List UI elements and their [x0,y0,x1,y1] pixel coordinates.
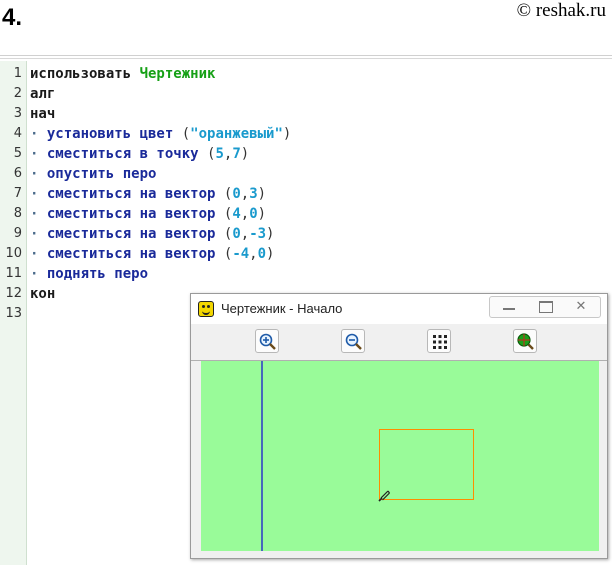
line-number: 9 [13,226,22,241]
code-text: · поднять перо [30,264,148,284]
code-text: алг [30,84,55,104]
line-number: 6 [13,166,22,181]
app-smiley-icon [198,301,214,317]
code-token: · [30,226,47,242]
code-token: ) [240,146,250,162]
line-number: 3 [13,106,22,121]
drawn-rectangle [379,429,474,500]
code-token: · [30,246,47,262]
code-token: 0 [249,206,258,222]
code-token: кон [30,286,56,302]
code-text: нач [30,104,55,124]
code-token: использовать [30,66,140,82]
code-text: кон [30,284,55,304]
code-token: ( [181,126,191,142]
code-text: · установить цвет ("оранжевый") [30,124,291,144]
copyright-notice: © reshak.ru [516,0,606,21]
code-token: , [249,246,258,262]
grid-button[interactable] [427,329,451,353]
code-token: 4 [232,206,241,222]
code-token: · [30,206,47,222]
code-token: сместиться на вектор [46,186,224,202]
code-token: сместиться на вектор [46,226,224,242]
code-token: 5 [215,146,224,162]
window-titlebar[interactable]: Чертежник - Начало ✕ [191,294,607,324]
code-token: опустить перо [46,166,157,182]
code-token: · [30,186,47,202]
zoom-in-button[interactable] [255,329,279,353]
code-token: · [30,266,47,282]
maximize-icon [539,301,553,313]
code-token: Чертежник [139,66,216,82]
code-token: · [30,126,47,142]
code-token: сместиться на вектор [46,206,224,222]
task-number: 4. [2,4,23,31]
code-token: поднять перо [46,266,149,282]
maximize-button[interactable] [528,297,562,317]
code-token: алг [30,86,56,102]
line-number: 12 [5,286,22,301]
code-token: , [240,226,250,242]
code-token: -4 [232,246,250,262]
code-token: 3 [249,186,258,202]
minimize-icon [503,308,515,310]
close-icon: ✕ [575,299,587,314]
code-text: · сместиться на вектор (-4,0) [30,244,274,264]
fit-view-icon [517,333,534,350]
code-token: ) [266,226,275,242]
line-number: 4 [13,126,22,141]
fit-view-button[interactable] [513,329,537,353]
code-token: ) [266,246,275,262]
code-token: нач [30,106,56,122]
drawing-surface [261,361,474,551]
code-token: сместиться на вектор [46,246,224,262]
code-token: сместиться в точку [46,146,208,162]
line-number: 5 [13,146,22,161]
code-text: · сместиться на вектор (4,0) [30,204,266,224]
code-token: ) [257,206,267,222]
window-controls: ✕ [489,296,601,318]
code-text: использовать Чертежник [30,64,215,84]
code-token: 0 [257,246,267,262]
code-text: · сместиться на вектор (0,3) [30,184,266,204]
code-token: установить цвет [46,126,182,142]
line-number: 1 [13,66,22,81]
code-token: , [240,206,250,222]
line-number: 7 [13,186,22,201]
code-token: · [30,166,47,182]
code-token: "оранжевый" [190,126,283,142]
zoom-in-icon [259,333,276,350]
close-button[interactable]: ✕ [564,297,598,317]
code-token: ) [257,186,267,202]
drawing-canvas[interactable] [201,361,599,551]
line-number: 11 [5,266,22,281]
code-text: · сместиться в точку (5,7) [30,144,249,164]
code-token: · [30,146,47,162]
code-token: 0 [232,186,241,202]
line-number: 13 [5,306,22,321]
code-token: 7 [232,146,241,162]
zoom-out-icon [345,333,362,350]
line-number: 8 [13,206,22,221]
code-text: · сместиться на вектор (0,-3) [30,224,274,244]
drawer-window[interactable]: Чертежник - Начало ✕ [190,293,608,559]
minimize-button[interactable] [492,297,526,317]
drawer-toolbar [191,324,607,361]
code-token: , [240,186,250,202]
code-token: ) [282,126,292,142]
grid-icon [433,335,447,349]
editor-divider [0,58,612,59]
window-title: Чертежник - Начало [221,301,343,316]
line-number: 10 [5,246,22,261]
code-token: 0 [232,226,241,242]
code-token: -3 [249,226,267,242]
zoom-out-button[interactable] [341,329,365,353]
code-text: · опустить перо [30,164,156,184]
line-number: 2 [13,86,22,101]
